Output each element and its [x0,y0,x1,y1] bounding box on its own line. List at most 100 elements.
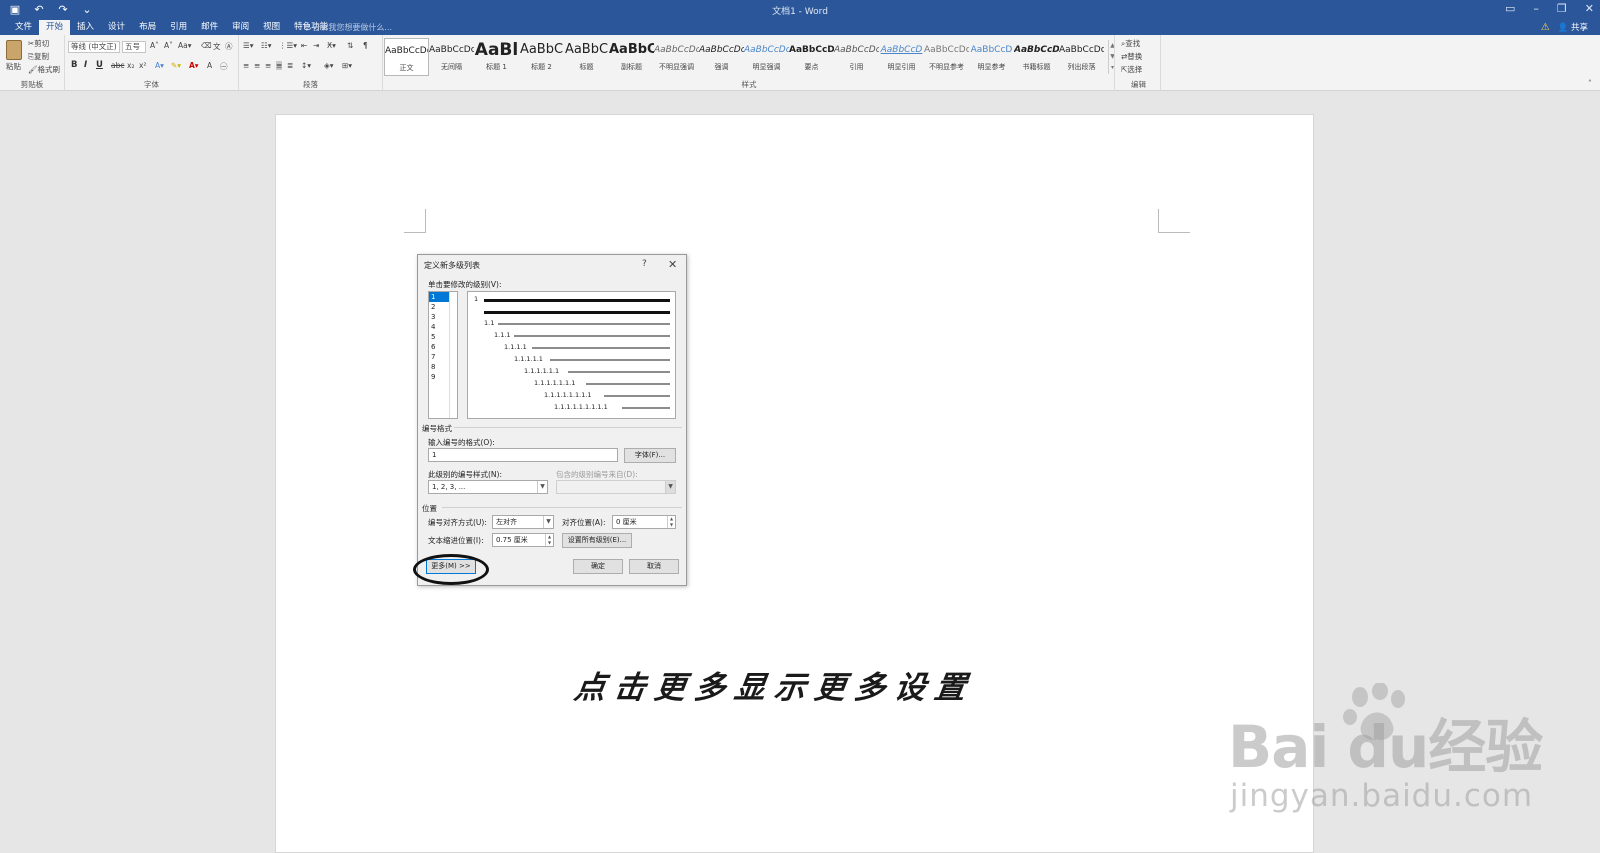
align-left-icon[interactable]: ≡ [243,61,249,70]
indent-label: 文本缩进位置(I): [428,536,484,545]
justify-icon[interactable]: ≡ [276,61,283,70]
tab-insert[interactable]: 插入 [70,20,101,35]
align-right-icon[interactable]: ≡ [265,61,271,70]
enclose-char-icon[interactable]: ㊀ [220,61,228,72]
tell-me-search[interactable]: ♀ 告诉我您想要做什么... [304,22,392,33]
level-item[interactable]: 6 [429,342,449,352]
instruction-caption: 点击更多显示更多设置 [571,670,978,706]
ribbon: 粘贴 ✂剪切 ⎘复制 🖌格式刷 剪贴板 等线 (中文正) 五号 A˄ A˅ Aa… [0,35,1600,91]
window-controls: ▭ – ❐ ✕ [1505,2,1594,15]
strikethrough-icon[interactable]: abc [111,61,124,70]
sort-icon[interactable]: ⇅ [347,41,353,50]
bold-icon[interactable]: B [71,60,77,70]
shading-icon[interactable]: ◈▾ [324,61,334,70]
level-item[interactable]: 2 [429,302,449,312]
help-icon[interactable]: ? [642,259,647,269]
italic-icon[interactable]: I [84,60,87,70]
spinner-arrows-icon[interactable]: ▲ ▼ [545,534,553,546]
chinese-layout-icon[interactable]: Ӿ▾ [327,41,336,50]
tab-home[interactable]: 开始 [39,20,71,35]
tab-references[interactable]: 引用 [163,20,194,35]
select-button[interactable]: ⇱选择 [1121,64,1142,75]
font-color-icon[interactable]: A▾ [189,61,199,70]
spinner-arrows-icon[interactable]: ▲ ▼ [667,516,675,528]
char-shading-icon[interactable]: A [207,61,212,70]
alignment-select[interactable]: 左对齐 ▼ [492,515,554,529]
preview-row: 1 [468,295,677,306]
level-item[interactable]: 4 [429,322,449,332]
show-marks-icon[interactable]: ¶ [363,41,368,50]
grow-font-icon[interactable]: A˄ [150,41,159,50]
numbering-icon[interactable]: ☷▾ [261,41,272,50]
include-level-select[interactable]: ▼ [556,480,676,494]
align-center-icon[interactable]: ≡ [254,61,260,70]
find-button[interactable]: ⌕查找 [1121,38,1140,49]
subscript-icon[interactable]: x₂ [127,61,134,70]
bullets-icon[interactable]: ☰▾ [243,41,254,50]
level-item[interactable]: 8 [429,362,449,372]
brush-icon: 🖌 [28,65,38,74]
close-icon[interactable]: ✕ [668,258,677,271]
paste-button[interactable]: 粘贴 [6,61,21,72]
format-painter-button[interactable]: 🖌格式刷 [28,64,60,75]
share-button[interactable]: 👤 共享 [1558,21,1588,33]
level-prompt-label: 单击要修改的级别(V): [428,280,502,289]
level-item[interactable]: 5 [429,332,449,342]
superscript-icon[interactable]: x² [139,61,146,70]
cancel-button[interactable]: 取消 [629,559,679,574]
text-effects-icon[interactable]: A▾ [155,61,164,70]
phonetic-icon[interactable]: 文 [213,41,221,52]
increase-indent-icon[interactable]: ⇥ [313,41,319,50]
shrink-font-icon[interactable]: A˅ [164,41,173,50]
level-item[interactable]: 7 [429,352,449,362]
number-style-select[interactable]: 1, 2, 3, ... ▼ [428,480,548,494]
change-case-icon[interactable]: Aa▾ [178,41,192,50]
align-at-label: 对齐位置(A): [562,518,606,527]
decrease-indent-icon[interactable]: ⇤ [301,41,307,50]
tab-mailings[interactable]: 邮件 [194,20,225,35]
warning-icon[interactable]: ⚠ [1541,22,1550,33]
replace-button[interactable]: ⇄替换 [1121,51,1142,62]
tab-review[interactable]: 审阅 [225,20,256,35]
indent-spinner[interactable]: 0.75 厘米 ▲ ▼ [492,533,554,547]
word-window: ▣ ↶ ↷ ⌄ 文档1 - Word ▭ – ❐ ✕ 文件 开始 插入 设计 布… [0,0,1600,853]
tab-layout[interactable]: 布局 [132,20,163,35]
crop-mark-left [404,209,426,233]
line-spacing-icon[interactable]: ↕▾ [301,61,311,70]
copy-button[interactable]: ⎘复制 [28,51,49,62]
borders-icon[interactable]: ⊞▾ [342,61,352,70]
font-button[interactable]: 字体(F)... [624,448,676,463]
tab-view[interactable]: 视图 [256,20,287,35]
underline-icon[interactable]: U [96,60,103,70]
level-list[interactable]: 1 2 3 4 5 6 7 8 9 [428,291,458,419]
level-item[interactable]: 1 [429,292,449,302]
maximize-icon[interactable]: ❐ [1557,2,1567,15]
close-window-icon[interactable]: ✕ [1585,2,1594,15]
ok-button[interactable]: 确定 [573,559,623,574]
font-name-combo[interactable]: 等线 (中文正) [68,41,120,53]
preview-row: 1.1 [468,319,677,330]
clear-format-icon[interactable]: ⌫ [201,41,212,50]
level-item[interactable]: 9 [429,372,449,382]
level-item[interactable]: 3 [429,312,449,322]
align-at-spinner[interactable]: 0 厘米 ▲ ▼ [612,515,676,529]
tab-file[interactable]: 文件 [8,20,39,35]
level-list-scrollbar[interactable] [449,292,457,418]
number-format-input[interactable]: 1 [428,448,618,462]
minimize-icon[interactable]: – [1533,2,1539,15]
font-size-combo[interactable]: 五号 [122,41,146,53]
multilevel-list-icon[interactable]: ⋮☰▾ [279,41,297,50]
crop-mark-right [1158,209,1190,233]
ribbon-display-icon[interactable]: ▭ [1505,2,1515,15]
chevron-down-icon: ▼ [665,481,675,493]
number-format-section-label: 编号格式 [422,424,452,433]
highlight-icon[interactable]: ✎▾ [171,61,181,70]
char-border-icon[interactable]: Ⓐ [225,41,233,52]
collapse-ribbon-icon[interactable]: ˄ [1588,79,1592,88]
cut-button[interactable]: ✂剪切 [28,38,49,49]
set-all-levels-button[interactable]: 设置所有级别(E)... [562,533,632,548]
paste-icon[interactable] [6,40,22,60]
tab-design[interactable]: 设计 [101,20,132,35]
distributed-icon[interactable]: ≣ [287,61,293,70]
share-area: ⚠ 👤 共享 [1541,21,1588,34]
